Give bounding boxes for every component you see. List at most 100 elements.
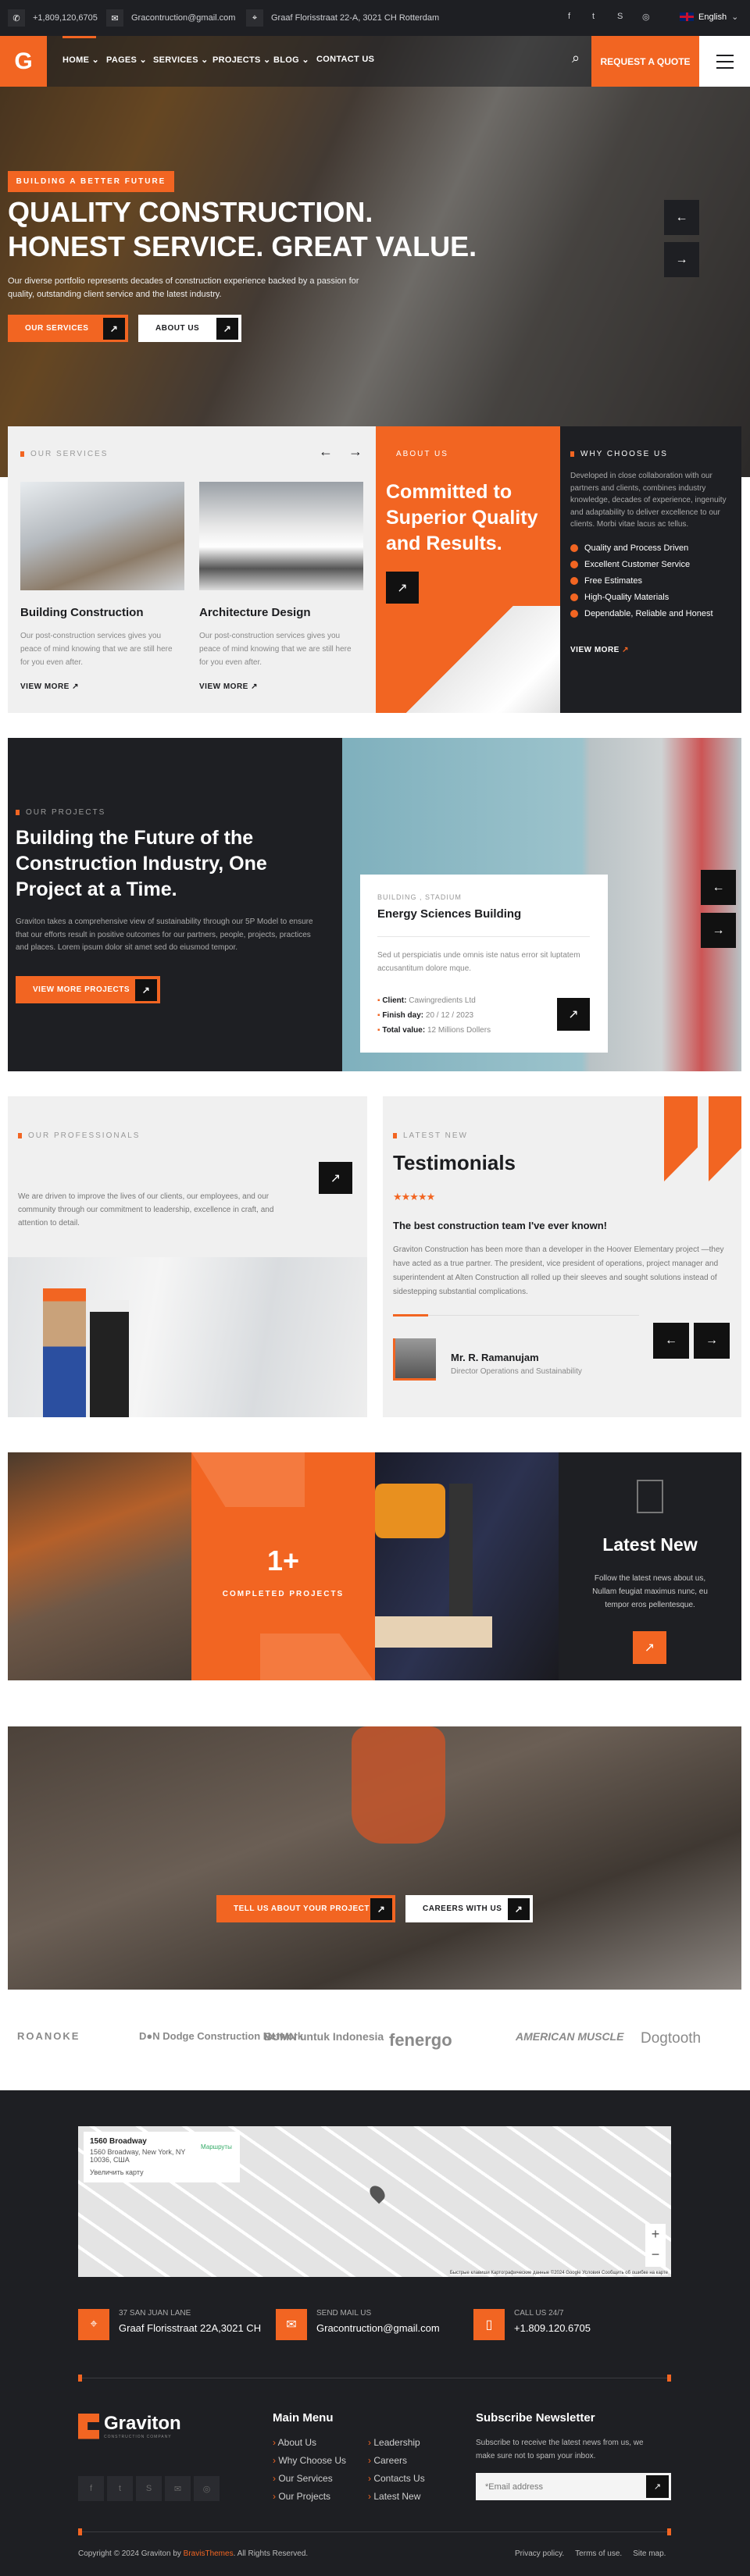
project-tags: BUILDING , STADIUM (377, 893, 462, 901)
instagram-icon[interactable]: ◎ (194, 2476, 220, 2501)
map-enlarge-link[interactable]: Увеличить карту (90, 2168, 234, 2176)
privacy-link[interactable]: Privacy policy. (515, 2549, 564, 2558)
projects-text: Graviton takes a comprehensive view of s… (16, 917, 313, 952)
twitter-icon[interactable]: t (107, 2476, 133, 2501)
testimonials-title: Testimonials (393, 1151, 516, 1174)
hero-prev-button[interactable]: ← (664, 200, 699, 235)
footer-link[interactable]: Our Services (273, 2473, 346, 2484)
view-more-projects-button[interactable]: VIEW MORE PROJECTS ↗ (16, 976, 160, 1003)
footer-link[interactable]: Latest New (368, 2491, 425, 2502)
section-label: OUR PROFESSIONALS (18, 1131, 140, 1140)
topbar-email[interactable]: ✉ Gracontruction@gmail.com (106, 9, 235, 27)
architecture-design-image (199, 482, 363, 590)
latest-news-panel: Latest New Follow the latest news about … (559, 1452, 741, 1680)
email-input[interactable] (485, 2482, 634, 2492)
arrow-up-right-icon: ↗ (251, 682, 259, 691)
services-prev-arrow[interactable]: ← (319, 444, 333, 460)
map-info-card: 1560 Broadway 1560 Broadway, New York, N… (84, 2132, 240, 2182)
map-pin-icon (366, 2182, 388, 2204)
wood-shape (375, 1616, 492, 1648)
nav-pages[interactable]: PAGES ⌄ (106, 55, 147, 65)
our-services-button[interactable]: OUR SERVICES ↗ (8, 315, 128, 342)
menu-icon[interactable] (699, 36, 750, 87)
value-row: ▪ Total value: 12 Millions Dollers (377, 1026, 491, 1035)
map-zoom-controls[interactable]: + − (645, 2224, 666, 2267)
nav-blog[interactable]: BLOG ⌄ (273, 55, 309, 65)
map[interactable]: 1560 Broadway 1560 Broadway, New York, N… (78, 2126, 671, 2277)
testimonial-prev-button[interactable]: ← (653, 1323, 689, 1359)
footer-link[interactable]: Leadership (368, 2437, 425, 2448)
project-arrow-button[interactable]: ↗ (557, 998, 590, 1031)
worker-figure (43, 1288, 86, 1417)
service-title[interactable]: Building Construction (20, 606, 143, 619)
projects-next-button[interactable]: → (701, 913, 736, 948)
testimonials-panel: LATEST NEW Testimonials ★★★★★ The best c… (383, 1096, 741, 1417)
footer-menu-col2: Leadership Careers Contacts Us Latest New (368, 2437, 425, 2502)
view-more-link[interactable]: VIEW MORE ↗ (199, 682, 258, 691)
about-us-button[interactable]: ABOUT US ↗ (138, 315, 241, 342)
skype-icon[interactable]: S (136, 2476, 162, 2501)
view-more-link[interactable]: VIEW MORE ↗ (20, 682, 79, 691)
request-quote-button[interactable]: REQUEST A QUOTE (591, 36, 699, 87)
glove-shape (375, 1484, 445, 1538)
check-icon (570, 544, 578, 552)
active-indicator (62, 36, 96, 38)
facebook-icon[interactable]: f (568, 12, 570, 21)
subscribe-button[interactable]: ↗ (646, 2475, 669, 2498)
footer-link[interactable]: About Us (273, 2437, 346, 2448)
nav-services[interactable]: SERVICES ⌄ (153, 55, 209, 65)
view-more-link[interactable]: VIEW MORE ↗ (570, 646, 629, 654)
terms-link[interactable]: Terms of use. (575, 2549, 622, 2558)
item-text: Quality and Process Driven (584, 543, 689, 553)
footer-link[interactable]: Contacts Us (368, 2473, 424, 2484)
contact-email[interactable]: ✉ SEND MAIL US Gracontruction@gmail.com (276, 2309, 440, 2340)
language-select[interactable]: English ⌄ (680, 12, 738, 22)
brand-name: Graviton (104, 2413, 181, 2434)
services-next-arrow[interactable]: → (348, 444, 362, 460)
topbar-phone[interactable]: ✆ +1,809,120,6705 (8, 9, 98, 27)
quote-mark-icon (664, 1096, 698, 1181)
finish-row: ▪ Finish day: 20 / 12 / 2023 (377, 1011, 474, 1020)
nav-home[interactable]: HOME ⌄ (62, 55, 99, 65)
arrow-up-right-icon: ↗ (508, 1897, 530, 1920)
about-arrow-button[interactable]: ↗ (386, 572, 419, 604)
search-icon[interactable]: ⌕ (572, 50, 580, 66)
facebook-icon[interactable]: f (78, 2476, 104, 2501)
skype-icon[interactable]: S (617, 12, 623, 21)
about-panel: ABOUT US Committed to Superior Quality a… (376, 426, 560, 713)
list-item: Excellent Customer Service (570, 560, 713, 569)
hero-badge: BUILDING A BETTER FUTURE (8, 171, 174, 192)
professionals-arrow-button[interactable]: ↗ (319, 1162, 352, 1194)
tell-us-about-project-button[interactable]: TELL US ABOUT YOUR PROJECT ↗ (216, 1895, 395, 1922)
latest-news-button[interactable]: ↗ (633, 1631, 666, 1664)
footer-link[interactable]: Careers (368, 2455, 425, 2466)
nav-contact[interactable]: CONTACT US (316, 55, 374, 64)
nav-projects[interactable]: PROJECTS ⌄ (212, 55, 271, 65)
project-meta: ▪ Client: Cawingredients Ltd ▪ Finish da… (377, 993, 491, 1038)
brand-tagline: CONSTRUCTION COMPANY (104, 2435, 172, 2439)
projects-prev-button[interactable]: ← (701, 870, 736, 905)
drill-shape (449, 1484, 473, 1616)
footer-link[interactable]: Our Projects (273, 2491, 346, 2502)
service-title[interactable]: Architecture Design (199, 606, 311, 619)
excavator-image (8, 1452, 191, 1680)
map-directions-link[interactable]: Маршруты (201, 2143, 232, 2150)
building-image (391, 606, 560, 713)
twitter-icon[interactable]: t (592, 12, 595, 21)
footer-logo[interactable]: Graviton CONSTRUCTION COMPANY (78, 2413, 181, 2439)
project-title[interactable]: Energy Sciences Building (377, 907, 521, 921)
careers-button[interactable]: CAREERS WITH US ↗ (405, 1895, 533, 1922)
bravisthemes-link[interactable]: BravisThemes (184, 2549, 234, 2558)
divider (377, 936, 590, 937)
hero-next-button[interactable]: → (664, 242, 699, 277)
latest-news-title: Latest New (602, 1534, 698, 1555)
instagram-icon[interactable]: ◎ (642, 12, 650, 22)
service-text: Our post-construction services gives you… (20, 632, 173, 667)
footer-link[interactable]: Why Choose Us (273, 2455, 346, 2466)
sitemap-link[interactable]: Site map. (633, 2549, 666, 2558)
contact-phone[interactable]: ▯ CALL US 24/7 +1.809.120.6705 (473, 2309, 591, 2340)
testimonial-next-button[interactable]: → (694, 1323, 730, 1359)
section-label: WHY CHOOSE US (570, 450, 668, 458)
mail-icon[interactable]: ✉ (165, 2476, 191, 2501)
logo[interactable]: G (0, 36, 47, 87)
